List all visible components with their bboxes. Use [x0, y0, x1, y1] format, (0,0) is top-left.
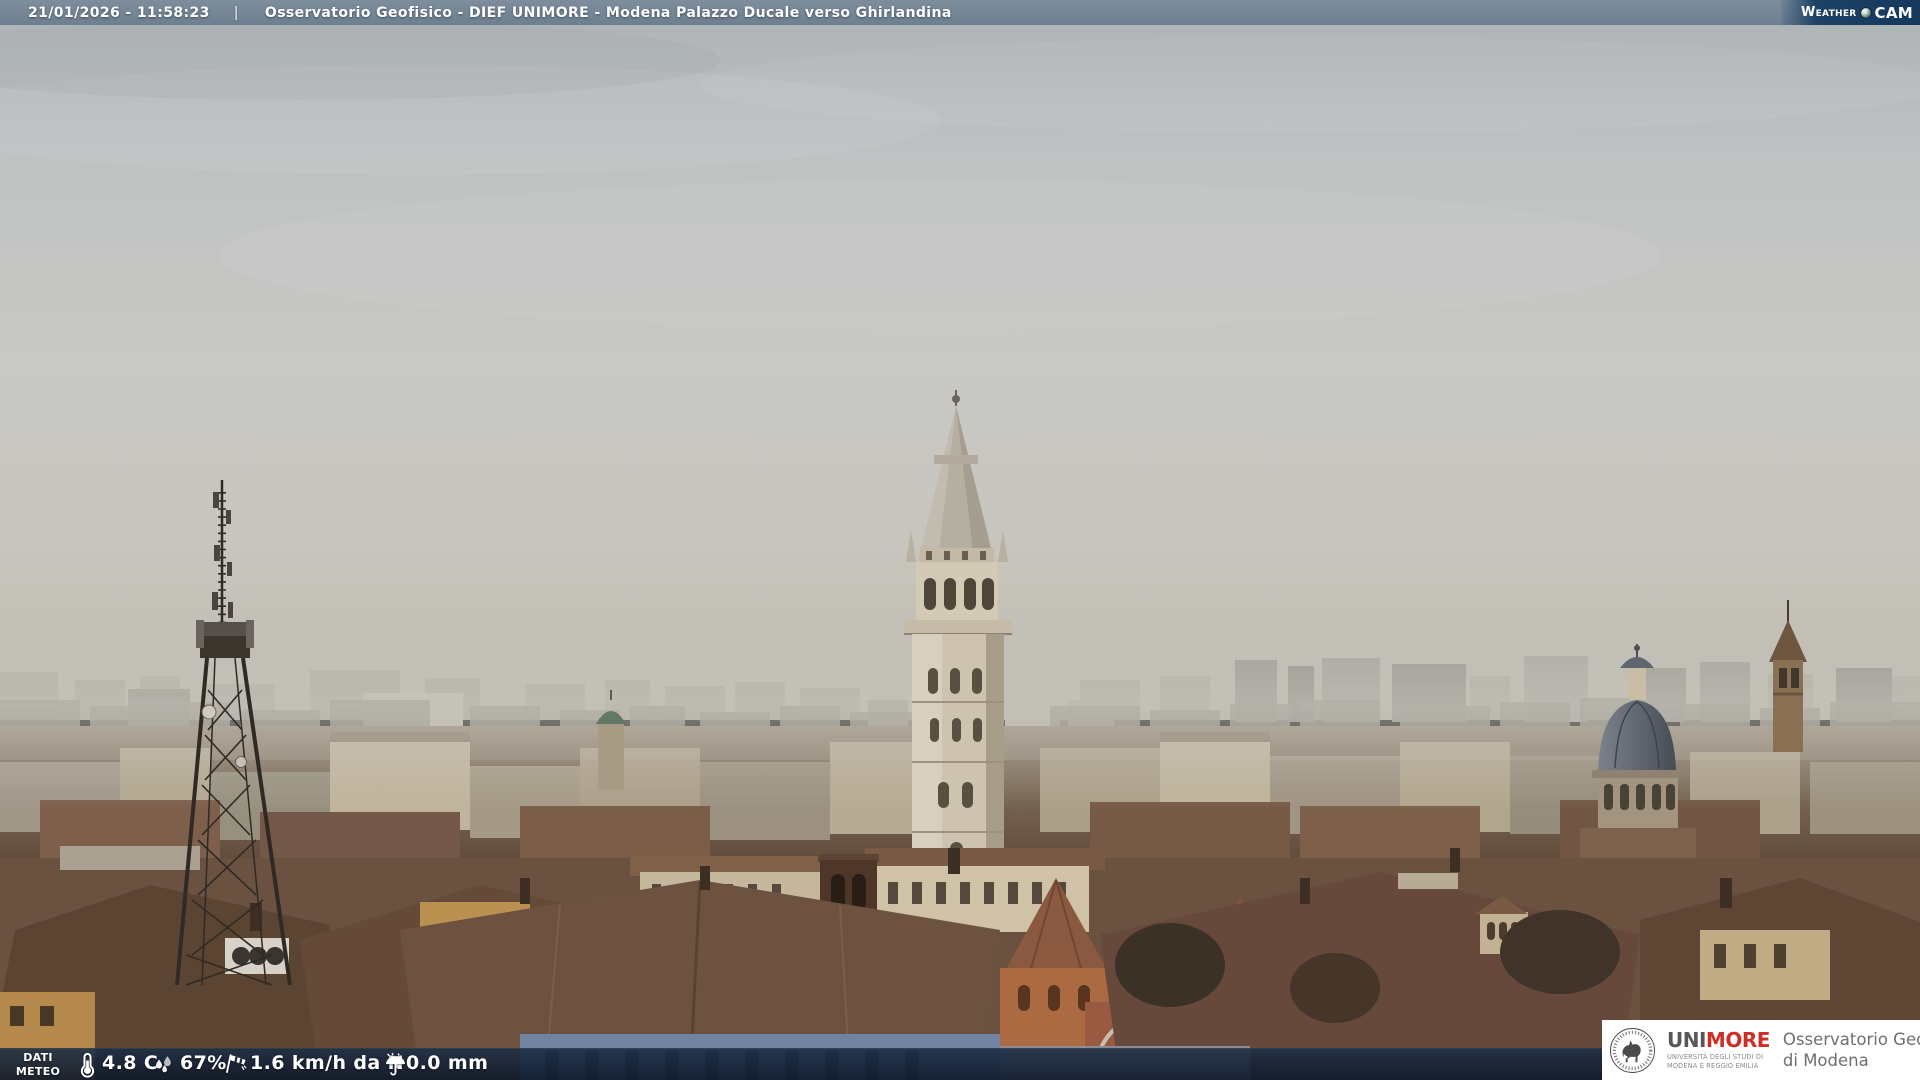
separator: |	[233, 4, 239, 21]
unimore-acronym-more: MORE	[1705, 1027, 1770, 1052]
weathercam-brand-right: CAM	[1874, 3, 1913, 22]
humidity-value: 67%	[180, 1052, 227, 1074]
water-drops-icon	[150, 1051, 177, 1078]
unimore-subtitle-line1: UNIVERSITÀ DEGLI STUDI DI	[1667, 1052, 1764, 1061]
info-bar: 21/01/2026 - 11:58:23 | Osservatorio Geo…	[0, 0, 1920, 25]
unimore-wordmark: UNIMORE UNIVERSITÀ DEGLI STUDI DI MODENA…	[1667, 1030, 1770, 1070]
windsock-icon	[222, 1051, 249, 1078]
unimore-acronym-uni: UNI	[1667, 1027, 1706, 1052]
cityscape-photo	[0, 0, 1920, 1080]
thermometer-icon	[74, 1051, 101, 1078]
datetime-text: 21/01/2026 - 11:58:23	[28, 4, 210, 21]
unimore-subtitle: UNIVERSITÀ DEGLI STUDI DI MODENA E REGGI…	[1667, 1053, 1770, 1070]
unimore-subtitle-line2: MODENA E REGGIO EMILIA	[1667, 1061, 1759, 1070]
wind-value: 1.6 km/h da N	[250, 1052, 404, 1074]
observatory-name-line2: di Modena	[1782, 1051, 1869, 1070]
weathercam-watermark: Weather CAM	[1781, 0, 1920, 25]
camera-lens-icon	[1859, 6, 1872, 19]
meteo-label-line1: DATI	[23, 1051, 53, 1064]
meteo-label-line2: METEO	[15, 1064, 61, 1078]
rain-value: 0.0 mm	[406, 1052, 489, 1074]
unimore-logo-plate: UNIMORE UNIVERSITÀ DEGLI STUDI DI MODENA…	[1602, 1020, 1920, 1080]
observatory-name: Osservatorio Geofisico di Modena	[1783, 1029, 1920, 1072]
webcam-frame: 21/01/2026 - 11:58:23 | Osservatorio Geo…	[0, 0, 1920, 1080]
weathercam-brand-left: Weather	[1800, 5, 1857, 20]
observatory-name-line1: Osservatorio Geofisico	[1782, 1029, 1920, 1049]
camera-title: Osservatorio Geofisico - DIEF UNIMORE - …	[264, 4, 952, 21]
umbrella-icon	[382, 1051, 409, 1078]
meteo-data-label: DATI METEO	[14, 1051, 62, 1079]
unimore-seal-icon	[1609, 1027, 1656, 1073]
